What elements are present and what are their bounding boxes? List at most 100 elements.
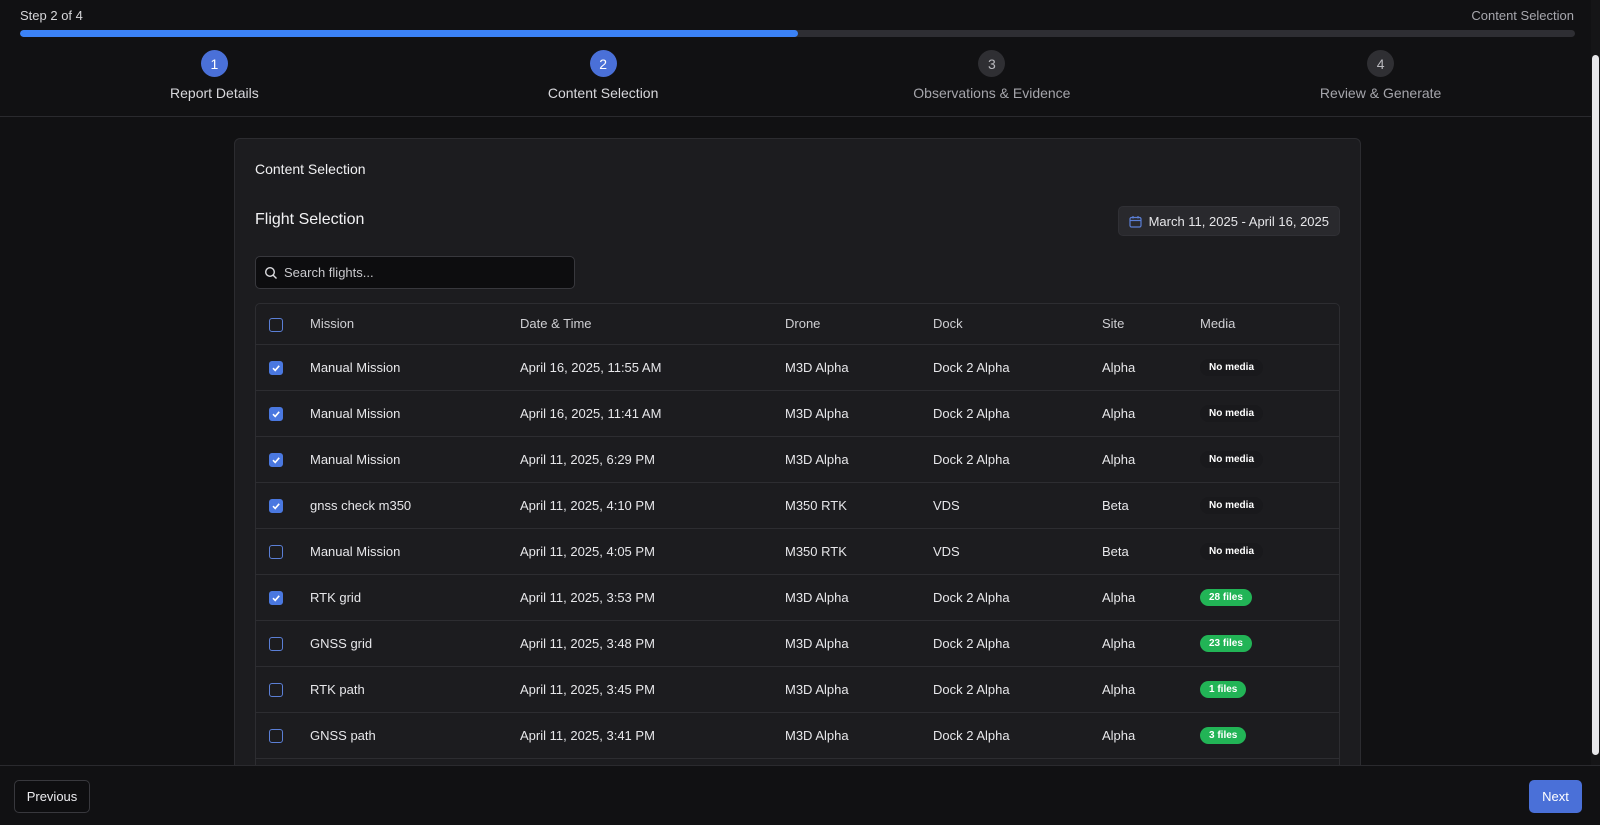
mission-cell: RTK grid (310, 574, 520, 621)
step-label: Observations & Evidence (913, 85, 1071, 101)
site-cell: Beta (1102, 482, 1200, 529)
row-select-cell (256, 344, 310, 391)
date-time-cell: April 11, 2025, 6:29 PM (520, 436, 785, 483)
step-number: 1 (200, 50, 228, 77)
site-cell: Alpha (1102, 666, 1200, 713)
row-checkbox[interactable] (269, 728, 283, 743)
date-range-label: March 11, 2025 - April 16, 2025 (1148, 213, 1329, 229)
row-checkbox[interactable] (269, 360, 283, 375)
table-row[interactable]: GNSS path April 11, 2025, 3:41 PM M3D Alph… (256, 712, 1339, 759)
checkmark-icon (272, 457, 280, 464)
progress-fill (20, 30, 798, 37)
row-select-cell (256, 574, 310, 621)
row-select-cell (256, 620, 310, 667)
site-cell: Alpha (1102, 436, 1200, 483)
media-badge: No media (1200, 497, 1264, 514)
step-counter: Step 2 of 4 (20, 8, 83, 23)
row-select-cell (256, 436, 310, 483)
date-range-picker[interactable]: March 11, 2025 - April 16, 2025 (1117, 206, 1340, 236)
stepper: 1 Report Details 2 Content Selection 3 Observ… (20, 50, 1575, 106)
row-checkbox[interactable] (269, 498, 283, 513)
site-cell: Alpha (1102, 712, 1200, 759)
column-header-mission[interactable]: Mission (310, 304, 520, 345)
search-icon (264, 266, 277, 279)
date-time-cell: April 11, 2025, 3:45 PM (520, 666, 785, 713)
checkmark-icon (272, 411, 280, 418)
mission-cell: Manual Mission (310, 344, 520, 391)
row-checkbox[interactable] (269, 544, 283, 559)
column-header-drone[interactable]: Drone (785, 304, 933, 345)
row-checkbox[interactable] (269, 636, 283, 651)
column-header-site[interactable]: Site (1102, 304, 1200, 345)
table-row[interactable]: Manual Mission April 11, 2025, 6:29 PM M3D… (256, 436, 1339, 483)
media-cell: 28 files (1200, 574, 1339, 621)
scrollbar[interactable] (1591, 0, 1600, 765)
table-row[interactable]: Manual Mission April 16, 2025, 11:55 AM M3… (256, 344, 1339, 391)
row-checkbox[interactable] (269, 406, 283, 421)
table-row[interactable]: RTK grid April 11, 2025, 3:53 PM M3D Alpha… (256, 574, 1339, 621)
card-title: Content Selection (255, 161, 366, 177)
media-cell: No media (1200, 482, 1339, 529)
checkmark-icon (272, 365, 280, 372)
step-3[interactable]: 3 Observations & Evidence (798, 50, 1187, 106)
mission-cell: GNSS path (310, 712, 520, 759)
media-badge: No media (1200, 405, 1264, 422)
media-cell: 3 files (1200, 712, 1339, 759)
site-cell: Beta (1102, 528, 1200, 575)
media-badge: No media (1200, 359, 1264, 376)
media-cell: No media (1200, 390, 1339, 437)
table-row[interactable]: RTK path April 11, 2025, 3:45 PM M3D Alpha… (256, 666, 1339, 713)
mission-cell: Manual Mission (310, 528, 520, 575)
step-label: Review & Generate (1319, 85, 1442, 101)
step-4[interactable]: 4 Review & Generate (1186, 50, 1575, 106)
table-row[interactable]: Manual Mission April 11, 2025, 4:05 PM M35… (256, 528, 1339, 575)
row-select-cell (256, 390, 310, 437)
site-cell: Alpha (1102, 390, 1200, 437)
table-row[interactable]: GNSS grid April 11, 2025, 3:48 PM M3D Alph… (256, 620, 1339, 667)
column-header-media[interactable]: Media (1200, 304, 1339, 345)
search-input[interactable] (284, 265, 564, 280)
mission-cell: RTK path (310, 666, 520, 713)
previous-button[interactable]: Previous (14, 780, 90, 813)
date-time-cell: April 11, 2025, 3:41 PM (520, 712, 785, 759)
select-all-checkbox[interactable] (269, 317, 283, 332)
progress-bar (20, 30, 1575, 37)
current-step-name: Content Selection (1471, 8, 1574, 23)
date-time-cell: April 16, 2025, 11:55 AM (520, 344, 785, 391)
dock-cell: Dock 2 Alpha (933, 390, 1102, 437)
media-badge: 28 files (1200, 589, 1252, 606)
scrollbar-thumb[interactable] (1592, 55, 1599, 755)
table-row[interactable]: Manual Mission April 16, 2025, 11:41 AM M3… (256, 390, 1339, 437)
row-checkbox[interactable] (269, 452, 283, 467)
calendar-icon (1128, 215, 1142, 228)
table-header-row: Mission Date & Time Drone Dock Site Medi… (256, 304, 1339, 345)
flights-table: Mission Date & Time Drone Dock Site Medi… (255, 303, 1340, 823)
table-row[interactable]: gnss check m350 April 11, 2025, 4:10 PM M3… (256, 482, 1339, 529)
row-checkbox[interactable] (269, 682, 283, 697)
mission-cell: gnss check m350 (310, 482, 520, 529)
site-cell: Alpha (1102, 620, 1200, 667)
column-header-dock[interactable]: Dock (933, 304, 1102, 345)
site-cell: Alpha (1102, 344, 1200, 391)
step-2[interactable]: 2 Content Selection (409, 50, 798, 106)
search-field[interactable] (255, 256, 575, 289)
row-checkbox[interactable] (269, 590, 283, 605)
drone-cell: M3D Alpha (785, 390, 933, 437)
date-time-cell: April 16, 2025, 11:41 AM (520, 390, 785, 437)
mission-cell: GNSS grid (310, 620, 520, 667)
media-cell: No media (1200, 344, 1339, 391)
media-cell: No media (1200, 436, 1339, 483)
dock-cell: Dock 2 Alpha (933, 620, 1102, 667)
dock-cell: VDS (933, 482, 1102, 529)
column-header-date-time[interactable]: Date & Time (520, 304, 785, 345)
mission-cell: Manual Mission (310, 390, 520, 437)
media-badge: No media (1200, 543, 1264, 560)
media-badge: 1 files (1200, 681, 1247, 698)
next-button[interactable]: Next (1529, 780, 1582, 813)
dock-cell: Dock 2 Alpha (933, 712, 1102, 759)
row-select-cell (256, 712, 310, 759)
row-select-cell (256, 666, 310, 713)
drone-cell: M3D Alpha (785, 620, 933, 667)
step-1[interactable]: 1 Report Details (20, 50, 409, 106)
media-cell: 1 files (1200, 666, 1339, 713)
